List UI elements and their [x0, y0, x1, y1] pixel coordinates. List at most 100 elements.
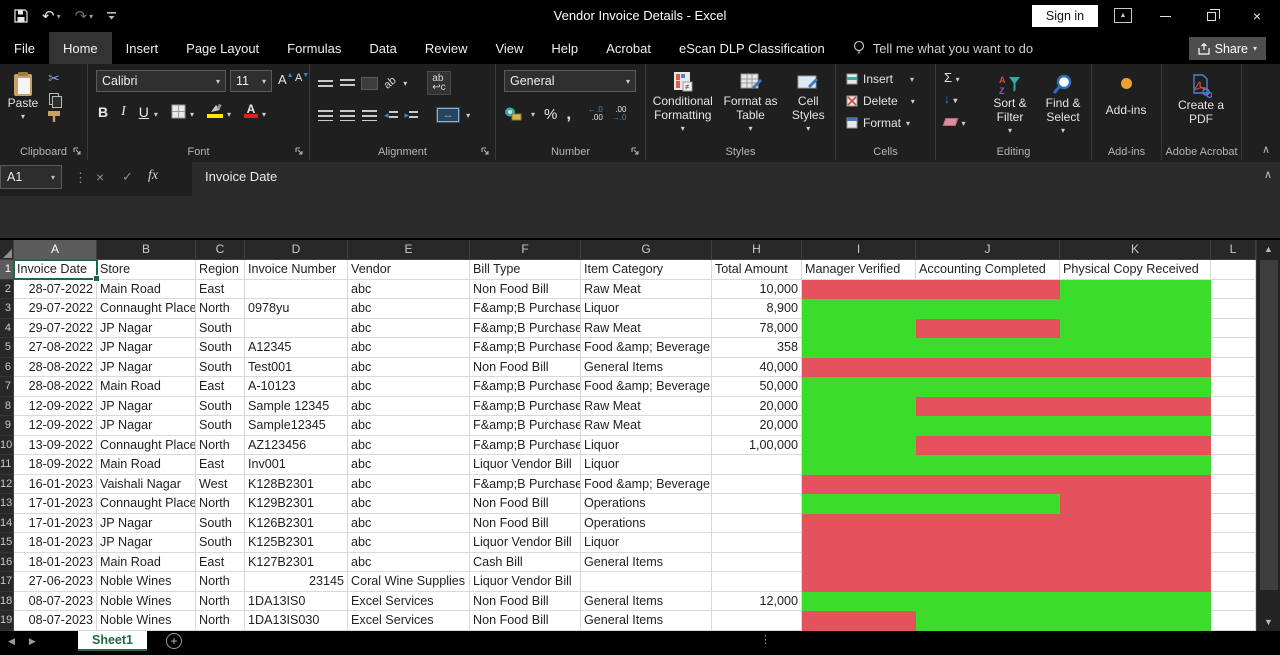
- cell[interactable]: 1DA13IS0: [245, 592, 348, 612]
- next-sheet-icon[interactable]: ▶: [29, 636, 36, 647]
- column-header-G[interactable]: G: [581, 240, 712, 260]
- cell[interactable]: K126B2301: [245, 514, 348, 534]
- cell[interactable]: 10,000: [712, 280, 802, 300]
- cell[interactable]: [712, 553, 802, 573]
- cell[interactable]: [1060, 416, 1211, 436]
- cell[interactable]: JP Nagar: [97, 416, 196, 436]
- tell-me-box[interactable]: Tell me what you want to do: [853, 32, 1033, 64]
- cell[interactable]: East: [196, 377, 245, 397]
- column-header-K[interactable]: K: [1060, 240, 1211, 260]
- cell[interactable]: General Items: [581, 611, 712, 631]
- cell[interactable]: [916, 319, 1060, 339]
- cell[interactable]: Raw Meat: [581, 416, 712, 436]
- accounting-format-icon[interactable]: [504, 107, 522, 121]
- cell[interactable]: 0978yu: [245, 299, 348, 319]
- cell[interactable]: K128B2301: [245, 475, 348, 495]
- cell[interactable]: 08-07-2023: [14, 592, 97, 612]
- cell[interactable]: [916, 455, 1060, 475]
- undo-caret-icon[interactable]: ▾: [57, 12, 61, 21]
- cell[interactable]: Vaishali Nagar: [97, 475, 196, 495]
- copy-icon[interactable]: [49, 93, 59, 105]
- cell[interactable]: Liquor Vendor Bill: [470, 572, 581, 592]
- bold-button[interactable]: B: [98, 104, 108, 120]
- cell[interactable]: [916, 416, 1060, 436]
- cell[interactable]: [1211, 572, 1256, 592]
- cell[interactable]: Liquor: [581, 533, 712, 553]
- align-center-icon[interactable]: [340, 110, 355, 121]
- redo-button[interactable]: ↷▾: [75, 7, 94, 25]
- cell[interactable]: F&amp;B Purchase: [470, 436, 581, 456]
- cell[interactable]: North: [196, 494, 245, 514]
- decrease-indent-icon[interactable]: ◂: [384, 110, 398, 121]
- cell[interactable]: Non Food Bill: [470, 494, 581, 514]
- font-name-select[interactable]: Calibri▾: [96, 70, 226, 92]
- find-select-button[interactable]: Find & Select ▾: [1038, 68, 1088, 138]
- cell[interactable]: AZ123456: [245, 436, 348, 456]
- cell[interactable]: [1211, 397, 1256, 417]
- cell[interactable]: [1211, 338, 1256, 358]
- cell[interactable]: 17-01-2023: [14, 494, 97, 514]
- cell[interactable]: 1DA13IS030: [245, 611, 348, 631]
- cell[interactable]: [1060, 397, 1211, 417]
- cell[interactable]: South: [196, 397, 245, 417]
- align-left-icon[interactable]: [318, 110, 333, 121]
- font-size-select[interactable]: 11▾: [230, 70, 272, 92]
- cell[interactable]: [245, 280, 348, 300]
- cell[interactable]: abc: [348, 358, 470, 378]
- decrease-decimal-icon[interactable]: .00→.0: [612, 106, 627, 122]
- cell[interactable]: JP Nagar: [97, 338, 196, 358]
- cell[interactable]: [712, 475, 802, 495]
- alignment-dialog-launcher[interactable]: [481, 147, 491, 157]
- orientation-caret-icon[interactable]: ▾: [403, 79, 407, 88]
- cell[interactable]: 23145: [245, 572, 348, 592]
- cell[interactable]: 358: [712, 338, 802, 358]
- cell[interactable]: [1211, 475, 1256, 495]
- cell[interactable]: North: [196, 299, 245, 319]
- cell[interactable]: [1060, 611, 1211, 631]
- cell[interactable]: [1060, 494, 1211, 514]
- cell[interactable]: Sample 12345: [245, 397, 348, 417]
- cell[interactable]: F&amp;B Purchase: [470, 319, 581, 339]
- cell[interactable]: Noble Wines: [97, 592, 196, 612]
- cell[interactable]: 28-07-2022: [14, 280, 97, 300]
- cell[interactable]: abc: [348, 553, 470, 573]
- cut-icon[interactable]: ✂: [48, 70, 60, 87]
- column-header-E[interactable]: E: [348, 240, 470, 260]
- cell[interactable]: Liquor: [581, 455, 712, 475]
- cell[interactable]: Non Food Bill: [470, 592, 581, 612]
- menu-tab-page-layout[interactable]: Page Layout: [172, 32, 273, 64]
- cell[interactable]: [802, 514, 916, 534]
- cell[interactable]: North: [196, 572, 245, 592]
- orientation-icon[interactable]: ab: [382, 74, 399, 91]
- restore-button[interactable]: [1188, 0, 1234, 32]
- cell[interactable]: [916, 533, 1060, 553]
- cell[interactable]: [802, 377, 916, 397]
- cell[interactable]: South: [196, 319, 245, 339]
- cell[interactable]: JP Nagar: [97, 397, 196, 417]
- menu-tab-home[interactable]: Home: [49, 32, 112, 64]
- cell[interactable]: Operations: [581, 514, 712, 534]
- cell[interactable]: Main Road: [97, 280, 196, 300]
- font-color-icon[interactable]: A: [244, 104, 258, 118]
- column-header-A[interactable]: A: [14, 240, 97, 260]
- accounting-caret-icon[interactable]: ▾: [531, 110, 535, 119]
- cancel-entry-icon[interactable]: ×: [96, 169, 104, 185]
- cell[interactable]: East: [196, 455, 245, 475]
- cell[interactable]: [916, 494, 1060, 514]
- cell[interactable]: 27-08-2022: [14, 338, 97, 358]
- close-button[interactable]: ×: [1234, 0, 1280, 32]
- menu-tab-view[interactable]: View: [481, 32, 537, 64]
- cell[interactable]: Region: [196, 260, 245, 280]
- cell[interactable]: K129B2301: [245, 494, 348, 514]
- fill-button[interactable]: ↓ ▾: [944, 92, 965, 106]
- cell[interactable]: [802, 494, 916, 514]
- row-header-12[interactable]: 12: [0, 475, 14, 495]
- cell[interactable]: [1211, 514, 1256, 534]
- cell[interactable]: [802, 475, 916, 495]
- cell[interactable]: abc: [348, 455, 470, 475]
- cell[interactable]: [1211, 494, 1256, 514]
- column-header-H[interactable]: H: [712, 240, 802, 260]
- fill-color-icon[interactable]: [207, 104, 223, 118]
- cell[interactable]: Cash Bill: [470, 553, 581, 573]
- paste-button[interactable]: Paste ▾: [4, 68, 42, 124]
